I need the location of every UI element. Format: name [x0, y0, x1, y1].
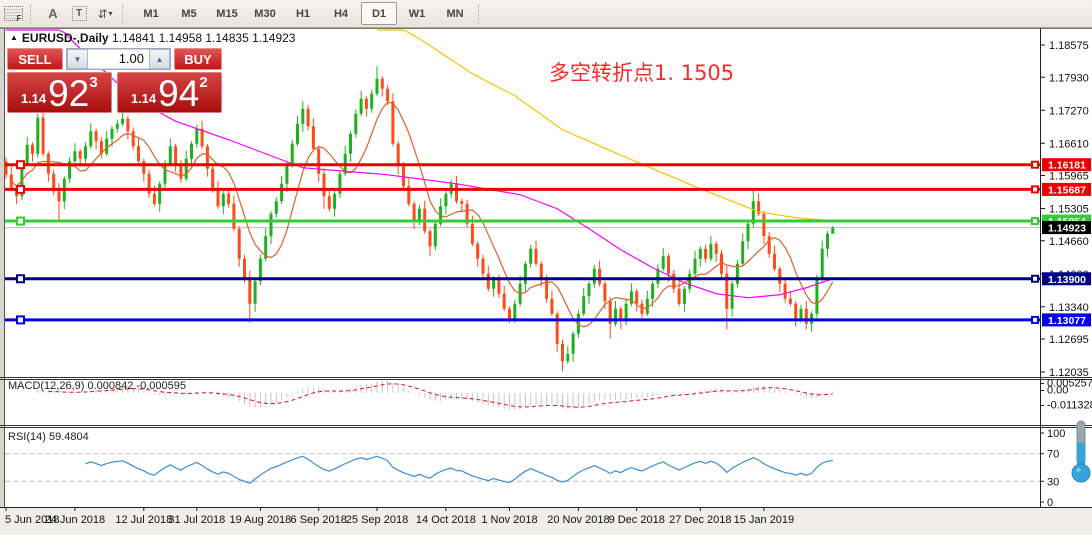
level-handle-right[interactable] — [1032, 276, 1038, 282]
price-tick-label: 1.12695 — [1049, 334, 1089, 346]
level-handle-right[interactable] — [1032, 218, 1038, 224]
collapse-triangle-icon[interactable]: ▲ — [10, 33, 18, 42]
sell-price-big: 92 — [48, 79, 89, 109]
date-label: 9 Dec 2018 — [609, 514, 665, 526]
level-handle-left[interactable] — [17, 218, 24, 225]
rsi-axis-label: 30 — [1047, 476, 1059, 488]
thermometer-widget — [1070, 420, 1092, 486]
chart-annotation-text: 多空转折点1. 1505 — [549, 57, 734, 87]
price-tick-label: 1.17930 — [1049, 72, 1089, 84]
date-label: 31 Jul 2018 — [168, 514, 225, 526]
price-tick-label: 1.15965 — [1049, 171, 1089, 183]
volume-increase-button[interactable]: ▲ — [149, 49, 170, 69]
level-handle-right[interactable] — [1032, 317, 1038, 323]
volume-stepper: ▼ 1.00 ▲ — [66, 48, 171, 70]
sell-price-button[interactable]: 1.14 92 3 — [7, 72, 112, 113]
sell-price-prefix: 1.14 — [21, 89, 46, 109]
price-badge-label: 1.14923 — [1048, 223, 1086, 235]
symbol-period-label: EURUSD-,Daily — [22, 31, 109, 45]
buy-price-pip: 2 — [199, 74, 207, 91]
date-label: 6 Sep 2018 — [291, 514, 347, 526]
buy-button[interactable]: BUY — [174, 48, 222, 70]
price-badge-label: 1.16181 — [1048, 160, 1086, 172]
date-label: 27 Dec 2018 — [669, 514, 731, 526]
rsi-label: RSI(14) 59.4804 — [8, 431, 89, 443]
buy-price-button[interactable]: 1.14 94 2 — [117, 72, 223, 113]
level-handle-left[interactable] — [17, 275, 24, 282]
one-click-trading-panel: SELL ▼ 1.00 ▲ BUY 1.14 92 3 1.14 94 2 — [7, 48, 222, 113]
price-badge-label: 1.13077 — [1048, 315, 1086, 327]
price-badge-label: 1.15687 — [1048, 184, 1086, 196]
level-handle-left[interactable] — [17, 316, 24, 323]
volume-decrease-button[interactable]: ▼ — [67, 49, 88, 69]
price-tick-label: 1.16610 — [1049, 138, 1089, 150]
level-handle-left[interactable] — [17, 186, 24, 193]
rsi-axis-label: 70 — [1047, 449, 1059, 461]
volume-input[interactable]: 1.00 — [88, 49, 149, 69]
window-edge — [0, 28, 4, 507]
rsi-axis-label: 100 — [1047, 428, 1065, 440]
date-label: 15 Jan 2019 — [734, 514, 795, 526]
macd-label: MACD(12,26,9) 0.000842 -0.000595 — [8, 380, 186, 392]
chart-title: ▲ EURUSD-,Daily 1.14841 1.14958 1.14835 1… — [10, 31, 295, 45]
date-label: 12 Jul 2018 — [115, 514, 172, 526]
date-label: 24 Jun 2018 — [45, 514, 106, 526]
date-label: 25 Sep 2018 — [346, 514, 408, 526]
date-label: 19 Aug 2018 — [230, 514, 292, 526]
price-tick-label: 1.17270 — [1049, 105, 1089, 117]
date-label: 20 Nov 2018 — [547, 514, 609, 526]
level-handle-left[interactable] — [17, 161, 24, 168]
date-label: 14 Oct 2018 — [416, 514, 476, 526]
macd-axis-label: -0.011328 — [1047, 400, 1092, 412]
buy-price-prefix: 1.14 — [131, 89, 156, 109]
price-badge-label: 1.13900 — [1048, 274, 1086, 286]
macd-axis-label: 0.00 — [1047, 385, 1068, 397]
price-tick-label: 1.13340 — [1049, 302, 1089, 314]
price-tick-label: 1.18575 — [1049, 40, 1089, 52]
price-tick-label: 1.15305 — [1049, 204, 1089, 216]
buy-price-big: 94 — [158, 79, 199, 109]
rsi-axis-label: 0 — [1047, 497, 1053, 509]
date-label: 1 Nov 2018 — [481, 514, 537, 526]
sell-price-pip: 3 — [89, 74, 97, 91]
price-tick-label: 1.14660 — [1049, 236, 1089, 248]
sell-button[interactable]: SELL — [7, 48, 63, 70]
ohlc-values: 1.14841 1.14958 1.14835 1.14923 — [112, 31, 296, 45]
level-handle-right[interactable] — [1032, 162, 1038, 168]
level-handle-right[interactable] — [1032, 186, 1038, 192]
